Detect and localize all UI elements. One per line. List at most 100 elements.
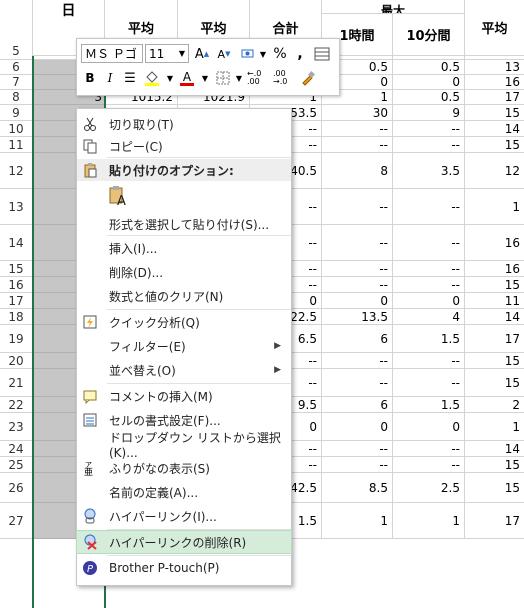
cell-c5[interactable]: --	[393, 261, 465, 277]
cell-c4[interactable]: 0	[322, 413, 393, 441]
cell-c5[interactable]: 1.5	[393, 325, 465, 353]
row-header[interactable]: 17	[0, 293, 32, 309]
cell-c5[interactable]: --	[393, 189, 465, 225]
cell-c6[interactable]: 14	[465, 441, 524, 457]
font-color-button[interactable]: A	[178, 69, 196, 87]
menu-item-16[interactable]: ハイパーリンク(I)...	[77, 505, 291, 527]
cell-c4[interactable]: --	[322, 189, 393, 225]
menu-item-5[interactable]: 挿入(I)...	[77, 237, 291, 259]
cell-c6[interactable]: 15	[465, 457, 524, 473]
cell-c4[interactable]: 8	[322, 153, 393, 189]
format-painter-table-button[interactable]	[313, 45, 331, 63]
cell-c5[interactable]	[393, 42, 465, 60]
cell-c6[interactable]: 14	[465, 309, 524, 325]
cell-c6[interactable]: 12	[465, 153, 524, 189]
cell-c5[interactable]: 0	[393, 293, 465, 309]
row-header[interactable]: 12	[0, 153, 32, 189]
row-header[interactable]: 15	[0, 261, 32, 277]
cell-c5[interactable]: 4	[393, 309, 465, 325]
format-painter-button[interactable]	[299, 69, 317, 87]
menu-item-11[interactable]: コメントの挿入(M)	[77, 385, 291, 407]
cell-c5[interactable]: 2.5	[393, 473, 465, 503]
row-header[interactable]: 23	[0, 413, 32, 441]
row-header[interactable]: 19	[0, 325, 32, 353]
cell-c6[interactable]: 17	[465, 325, 524, 353]
menu-item-6[interactable]: 削除(D)...	[77, 261, 291, 283]
cell-c4[interactable]: 1	[322, 503, 393, 539]
cell-c5[interactable]: 0	[393, 413, 465, 441]
cell-c6[interactable]: 13	[465, 60, 524, 75]
row-header[interactable]: 11	[0, 137, 32, 153]
borders-dropdown[interactable]: ▼	[230, 69, 248, 87]
cell-c5[interactable]: --	[393, 137, 465, 153]
italic-button[interactable]: I	[101, 69, 119, 87]
cell-c6[interactable]: 1	[465, 189, 524, 225]
menu-item-7[interactable]: 数式と値のクリア(N)	[77, 285, 291, 307]
fill-color-dropdown[interactable]: ▼	[161, 69, 179, 87]
row-header[interactable]: 7	[0, 75, 32, 90]
row-header[interactable]: 20	[0, 353, 32, 369]
cell-c4[interactable]: --	[322, 261, 393, 277]
menu-item-8[interactable]: クイック分析(Q)	[77, 311, 291, 333]
row-header[interactable]: 5	[0, 42, 32, 60]
cell-c5[interactable]: 1	[393, 503, 465, 539]
cell-c4[interactable]: 13.5	[322, 309, 393, 325]
cell-c6[interactable]: 15	[465, 473, 524, 503]
grow-font-button[interactable]: A ▲	[193, 45, 211, 63]
row-header[interactable]: 6	[0, 60, 32, 75]
row-header[interactable]: 16	[0, 277, 32, 293]
row-header[interactable]: 24	[0, 441, 32, 457]
cell-c4[interactable]: --	[322, 353, 393, 369]
cell-c6[interactable]: 17	[465, 503, 524, 539]
font-color-dropdown[interactable]: ▼	[196, 69, 214, 87]
cell-c5[interactable]: --	[393, 457, 465, 473]
cell-c5[interactable]: 3.5	[393, 153, 465, 189]
menu-item-18[interactable]: P Brother P-touch(P)	[77, 557, 291, 579]
fill-color-button[interactable]	[143, 69, 161, 87]
cell-c5[interactable]: 0	[393, 75, 465, 90]
menu-item-0[interactable]: 切り取り(T)	[77, 113, 291, 135]
menu-item-15[interactable]: 名前の定義(A)...	[77, 481, 291, 503]
cell-c4[interactable]: --	[322, 369, 393, 397]
menu-item-1[interactable]: コピー(C)	[77, 135, 291, 157]
cell-c6[interactable]: 14	[465, 121, 524, 137]
cell-c5[interactable]: --	[393, 369, 465, 397]
cell-c6[interactable]: 17	[465, 90, 524, 105]
row-header[interactable]: 18	[0, 309, 32, 325]
cell-c5[interactable]: 1.5	[393, 397, 465, 413]
row-header[interactable]: 14	[0, 225, 32, 261]
percent-button[interactable]: %	[271, 45, 289, 63]
increase-decimal-button[interactable]: ←.0 .00	[247, 69, 271, 87]
cell-c4[interactable]: --	[322, 277, 393, 293]
cell-c6[interactable]: 15	[465, 369, 524, 397]
cell-c6[interactable]: 11	[465, 293, 524, 309]
paste-option-text-only[interactable]: A	[77, 183, 291, 209]
menu-item-4[interactable]: 形式を選択して貼り付け(S)...	[77, 213, 291, 235]
cell-c5[interactable]: 9	[393, 105, 465, 121]
cell-c5[interactable]: --	[393, 121, 465, 137]
cell-c4[interactable]: 30	[322, 105, 393, 121]
cell-c4[interactable]: 6	[322, 397, 393, 413]
menu-item-10[interactable]: 並べ替え(O) ▶	[77, 359, 291, 381]
cell-c4[interactable]: 0	[322, 293, 393, 309]
row-header[interactable]: 21	[0, 369, 32, 397]
cell-c6[interactable]: 2	[465, 397, 524, 413]
cell-c6[interactable]: 16	[465, 225, 524, 261]
row-header[interactable]: 27	[0, 503, 32, 539]
cell-c5[interactable]: --	[393, 353, 465, 369]
cell-c6[interactable]	[465, 42, 524, 60]
decrease-decimal-button[interactable]: .00 →.0	[273, 69, 297, 87]
cell-c6[interactable]: 1	[465, 413, 524, 441]
cell-c6[interactable]: 15	[465, 105, 524, 121]
shrink-font-button[interactable]: A ▼	[215, 45, 233, 63]
cell-c6[interactable]: 16	[465, 261, 524, 277]
cell-c4[interactable]: --	[322, 225, 393, 261]
cell-c4[interactable]: --	[322, 137, 393, 153]
comma-button[interactable]: ,	[291, 45, 309, 63]
row-header[interactable]: 10	[0, 121, 32, 137]
row-header[interactable]: 9	[0, 105, 32, 121]
menu-item-9[interactable]: フィルター(E) ▶	[77, 335, 291, 357]
cell-c6[interactable]: 15	[465, 277, 524, 293]
menu-item-14[interactable]: ア亜ふりがなの表示(S)	[77, 457, 291, 479]
cell-c4[interactable]: --	[322, 457, 393, 473]
